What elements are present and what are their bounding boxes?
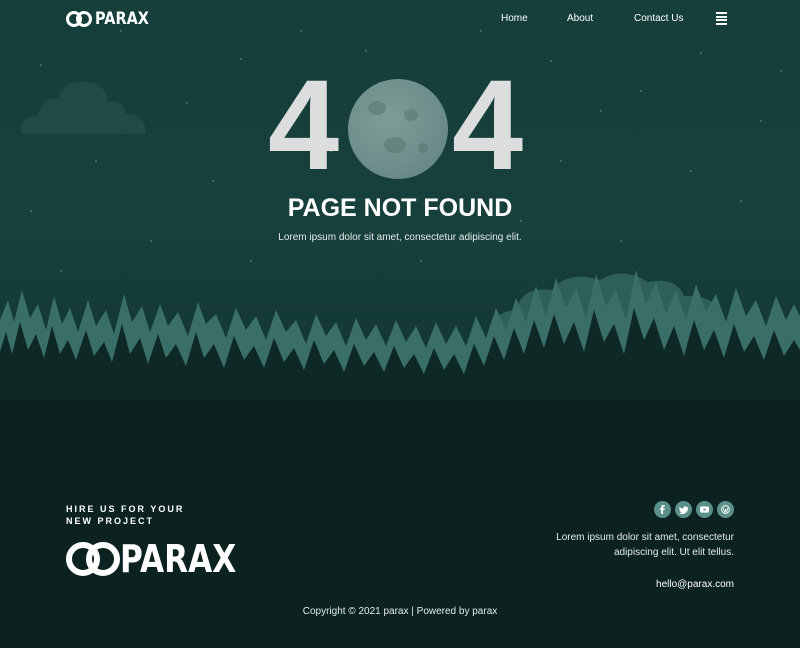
page: PARAX Home About Contact Us 4 4 PAGE NOT… — [0, 0, 800, 648]
footer-logo[interactable]: PARAX — [66, 537, 262, 581]
hero-section: PARAX Home About Contact Us 4 4 PAGE NOT… — [0, 0, 800, 400]
logo-text: PARAX — [95, 9, 149, 29]
wordpress-icon[interactable] — [717, 501, 734, 518]
logo-rings-icon — [66, 9, 94, 29]
footer-email-link[interactable]: hello@parax.com — [656, 579, 734, 590]
address-line-1: Lorem ipsum dolor sit amet, consectetur — [556, 532, 734, 543]
facebook-icon[interactable] — [654, 501, 671, 518]
address-line-2: adipiscing elit. Ut elit tellus. — [613, 547, 734, 558]
forest-silhouette — [0, 270, 800, 400]
moon-icon — [348, 79, 448, 179]
page-subtitle: Lorem ipsum dolor sit amet, consectetur … — [278, 232, 522, 243]
hamburger-menu-icon[interactable] — [716, 12, 727, 25]
cloud-left — [21, 81, 146, 134]
hire-line-1: HIRE US FOR YOUR — [66, 504, 185, 514]
twitter-icon[interactable] — [675, 501, 692, 518]
footer-address: Lorem ipsum dolor sit amet, consectetur … — [534, 530, 734, 560]
nav-home[interactable]: Home — [501, 13, 528, 24]
hire-line-2: NEW PROJECT — [66, 516, 155, 526]
social-links — [654, 501, 734, 518]
error-digit-left: 4 — [268, 54, 340, 197]
page-title: PAGE NOT FOUND — [287, 194, 513, 222]
copyright-text: Copyright © 2021 parax | Powered by para… — [302, 606, 498, 617]
site-footer: HIRE US FOR YOUR NEW PROJECT PARAX Lorem… — [0, 400, 800, 648]
site-logo[interactable]: PARAX — [66, 9, 158, 29]
youtube-icon[interactable] — [696, 501, 713, 518]
error-digit-right: 4 — [452, 54, 524, 197]
nav-about[interactable]: About — [567, 13, 593, 24]
site-header: PARAX Home About Contact Us — [0, 0, 800, 40]
nav-contact-us[interactable]: Contact Us — [634, 13, 683, 24]
hire-us-heading: HIRE US FOR YOUR NEW PROJECT — [66, 503, 184, 527]
footer-logo-rings-icon — [66, 541, 120, 577]
footer-logo-text: PARAX — [120, 537, 237, 581]
